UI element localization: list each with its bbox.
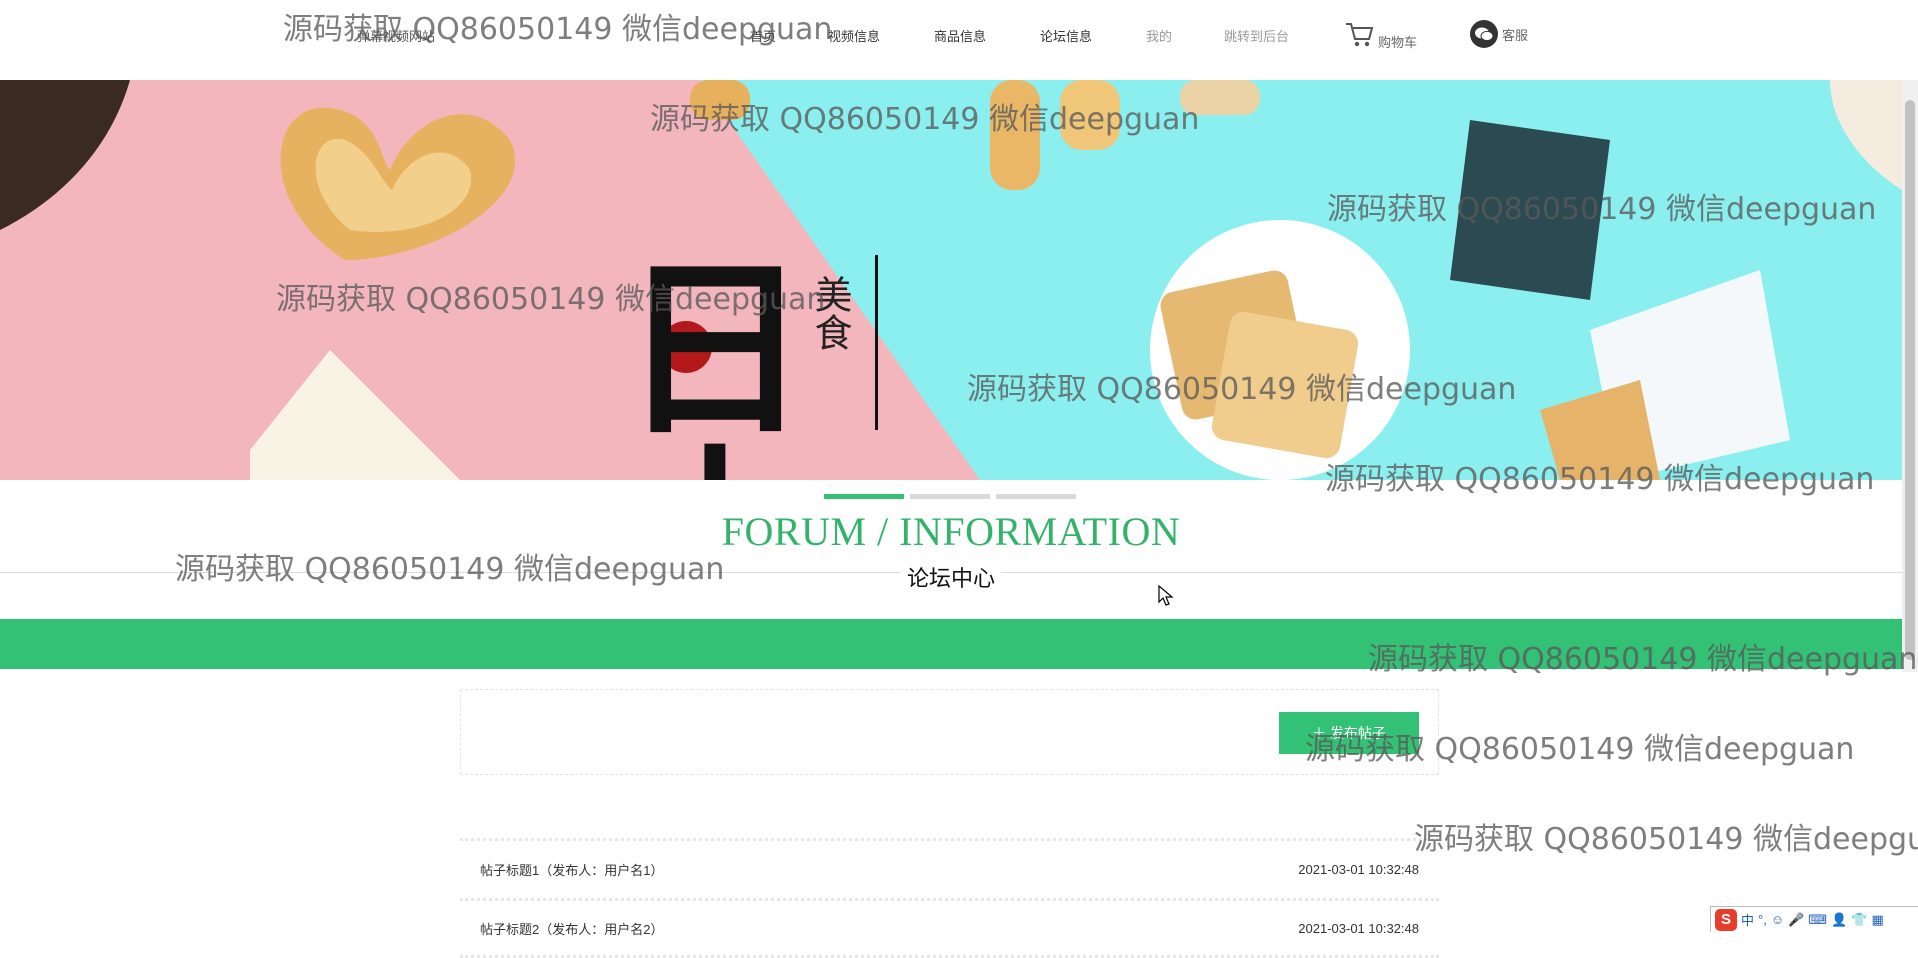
carousel-indicators xyxy=(824,494,1076,499)
post-title[interactable]: 帖子标题2（发布人：用户名2） xyxy=(480,919,663,938)
ime-mode[interactable]: 中 xyxy=(1741,910,1754,929)
nav-cart[interactable]: 购物车 xyxy=(1344,20,1417,51)
banner-title-art: 美食 日本 xyxy=(620,255,1100,480)
post-title[interactable]: 帖子标题1（发布人：用户名1） xyxy=(480,860,663,879)
nav-admin[interactable]: 跳转到后台 xyxy=(1224,26,1289,45)
cart-label: 购物车 xyxy=(1378,35,1418,50)
site-title[interactable]: 弹幕视频网站 xyxy=(357,26,435,45)
post-row[interactable]: 帖子标题2（发布人：用户名2） 2021-03-01 10:32:48 xyxy=(460,898,1439,958)
section-title-chinese-text: 论坛中心 xyxy=(900,566,1001,591)
nav-videos[interactable]: 视频信息 xyxy=(828,26,880,45)
shopping-cart-icon xyxy=(1344,20,1374,51)
nav-home[interactable]: 首页 xyxy=(750,26,776,45)
ime-logo[interactable]: S xyxy=(1715,908,1737,931)
ime-menu-icon[interactable]: ▦ xyxy=(1871,912,1883,928)
banner-carousel[interactable]: 美食 日本 xyxy=(0,80,1902,480)
carousel-indicator-2[interactable] xyxy=(910,494,990,499)
nav-customer-service[interactable]: 客服 xyxy=(1470,20,1528,48)
post-time: 2021-03-01 10:32:48 xyxy=(1298,920,1419,936)
service-label: 客服 xyxy=(1502,27,1529,43)
ime-user-icon[interactable]: 👤 xyxy=(1831,912,1847,928)
section-title-english: FORUM / INFORMATION xyxy=(721,509,1181,554)
ime-punctuation-icon[interactable]: °, xyxy=(1758,912,1767,927)
page-scrollbar[interactable] xyxy=(1902,80,1918,672)
mouse-cursor-icon xyxy=(1158,584,1174,612)
banner-big-characters: 日本 xyxy=(620,238,891,481)
post-row[interactable]: 帖子标题1（发布人：用户名1） 2021-03-01 10:32:48 xyxy=(460,838,1439,898)
ime-emoji-icon[interactable]: ☺ xyxy=(1771,912,1784,927)
nav-my[interactable]: 我的 xyxy=(1146,26,1172,45)
post-time: 2021-03-01 10:32:48 xyxy=(1298,862,1419,877)
top-navigation-bar: 弹幕视频网站 首页 视频信息 商品信息 论坛信息 我的 跳转到后台 购物车 客服 xyxy=(0,0,1918,80)
forum-post-list: 帖子标题1（发布人：用户名1） 2021-03-01 10:32:48 帖子标题… xyxy=(460,838,1439,958)
ime-toolbar[interactable]: S 中 °, ☺ 🎤 ⌨ 👤 👕 ▦ xyxy=(1710,906,1918,932)
section-title-chinese: 论坛中心 xyxy=(0,561,1902,593)
ime-skin-icon[interactable]: 👕 xyxy=(1851,912,1867,928)
carousel-indicator-1[interactable] xyxy=(824,494,904,499)
nav-forum[interactable]: 论坛信息 xyxy=(1040,26,1092,45)
publish-post-button[interactable]: ＋ 发布帖子 xyxy=(1279,712,1419,754)
carousel-indicator-3[interactable] xyxy=(996,494,1076,499)
forum-action-panel: ＋ 发布帖子 xyxy=(460,689,1439,775)
green-band xyxy=(0,619,1902,669)
watermark: 源码获取 QQ86050149 微信deepguan xyxy=(1414,822,1918,857)
ime-microphone-icon[interactable]: 🎤 xyxy=(1788,912,1804,928)
scrollbar-thumb[interactable] xyxy=(1905,100,1915,660)
wechat-icon xyxy=(1470,20,1498,48)
ime-keyboard-icon[interactable]: ⌨ xyxy=(1808,912,1827,928)
nav-products[interactable]: 商品信息 xyxy=(934,26,986,45)
